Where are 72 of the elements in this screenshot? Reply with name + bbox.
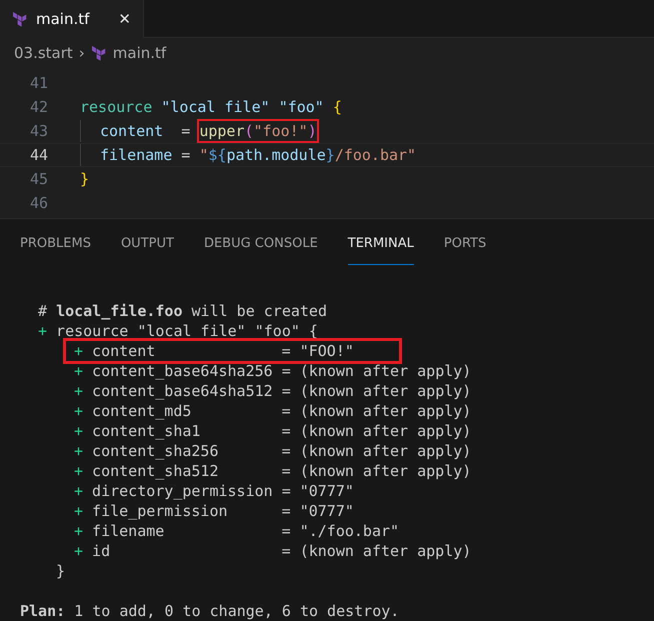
equals-sign: = [282,421,291,441]
plus-sign: + [74,481,84,501]
plus-sign: + [74,401,84,421]
attribute-value: "0777" [300,481,354,501]
attribute-name: filename [92,521,166,541]
plus-sign: + [38,321,48,341]
plus-sign: + [74,501,84,521]
line-number: 42 [28,98,48,116]
attribute-name: content_sha256 [92,441,220,461]
attribute-name: directory_permission [92,481,273,501]
attribute-value: (known after apply) [300,441,472,461]
attribute-name: content_md5 [92,401,192,421]
attribute-value: "./foo.bar" [300,521,400,541]
equals-sign: = [282,461,291,481]
panel-tab[interactable]: OUTPUT [120,223,174,265]
plus-sign: + [74,521,84,541]
equals-sign: = [282,401,291,421]
terraform-icon [90,45,107,62]
attribute-value: (known after apply) [300,541,472,561]
attribute-name: file_permission [92,501,229,521]
attribute-value: "0777" [300,501,354,521]
panel-tab[interactable]: TERMINAL [348,223,414,265]
editor-tab[interactable]: main.tf ✕ [0,0,144,38]
plus-sign: + [74,461,84,481]
code-line: content = upper("foo!") [80,120,317,142]
attribute-name: content_base64sha256 [92,361,273,381]
terminal-line: resource "local_file" "foo" { [56,321,318,341]
terraform-icon [12,11,28,28]
close-icon[interactable]: ✕ [118,10,131,28]
breadcrumb-item[interactable]: 03.start [14,44,73,62]
attribute-value: (known after apply) [300,461,472,481]
attribute-name: content_sha1 [92,421,202,441]
equals-sign: = [282,521,291,541]
attribute-value: (known after apply) [300,361,472,381]
line-number: 45 [28,170,48,188]
line-number: 46 [28,194,48,212]
equals-sign: = [282,441,291,461]
equals-sign: = [282,341,291,361]
plus-sign: + [74,381,84,401]
closing-brace: } [56,561,66,581]
code-line: resource "local file" "foo" { [80,96,342,118]
equals-sign: = [282,501,291,521]
attribute-value: "FOO!" [300,341,354,361]
attribute-value: (known after apply) [300,381,472,401]
breadcrumb-item[interactable]: main.tf [112,44,166,62]
plus-sign: + [74,341,84,361]
plus-sign: + [74,441,84,461]
plus-sign: + [74,541,84,561]
attribute-value: (known after apply) [300,421,472,441]
equals-sign: = [282,381,291,401]
line-number: 43 [28,122,48,140]
code-line: filename = "${path.module}/foo.bar" [80,144,416,166]
highlight-box: upper("foo!") [199,120,317,141]
equals-sign: = [282,481,291,501]
plan-summary: Plan: 1 to add, 0 to change, 6 to destroy. [20,601,400,621]
code-line: } [80,168,90,190]
equals-sign: = [282,541,291,561]
panel-tab[interactable]: PORTS [444,223,486,265]
plus-sign: + [74,361,84,381]
attribute-name: content_base64sha512 [92,381,273,401]
equals-sign: = [282,361,291,381]
plus-sign: + [74,421,84,441]
attribute-value: (known after apply) [300,401,472,421]
panel-tab[interactable]: PROBLEMS [20,223,91,265]
line-number: 41 [28,74,48,92]
attribute-name: content [92,341,156,361]
attribute-name: id [92,541,112,561]
terminal-line: # local_file.foo will be created [38,301,327,321]
attribute-name: content_sha512 [92,461,220,481]
line-number: 44 [28,146,48,164]
chevron-icon: › [78,44,85,62]
panel-tab[interactable]: DEBUG CONSOLE [204,223,318,265]
